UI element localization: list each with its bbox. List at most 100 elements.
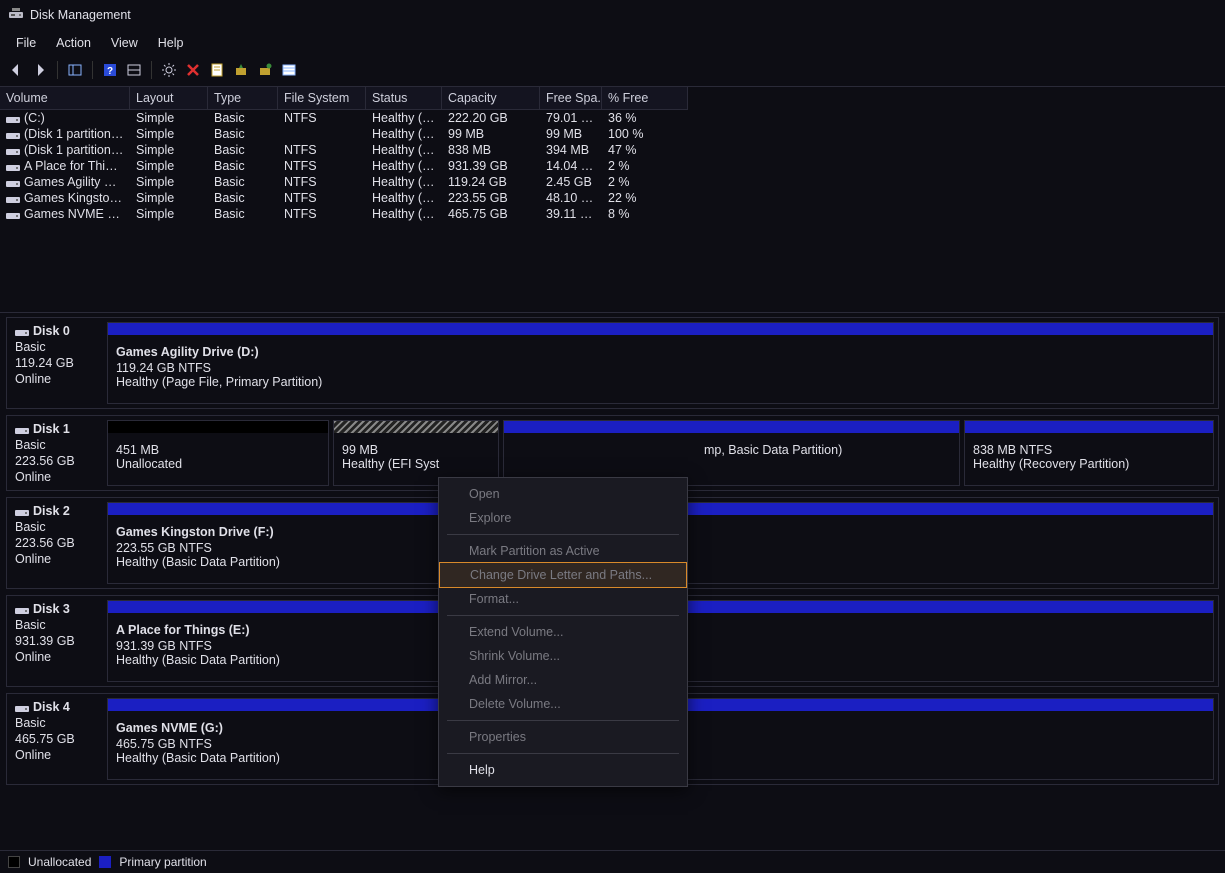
volume-type: Basic <box>208 206 278 222</box>
disk-state: Online <box>15 748 95 762</box>
volume-free: 48.10 GB <box>540 190 602 206</box>
disk-state: Online <box>15 372 95 386</box>
volume-capacity: 119.24 GB <box>442 174 540 190</box>
partition-line3: mp, Basic Data Partition) <box>704 443 951 457</box>
volume-capacity: 465.75 GB <box>442 206 540 222</box>
disk-type: Basic <box>15 618 95 632</box>
disk-label[interactable]: Disk 1Basic223.56 GBOnline <box>7 416 103 490</box>
menu-item[interactable]: Delete Volume... <box>439 692 687 716</box>
col-percent[interactable]: % Free <box>602 87 688 110</box>
legend: Unallocated Primary partition <box>0 850 1225 873</box>
col-layout[interactable]: Layout <box>130 87 208 110</box>
partition[interactable]: 838 MB NTFSHealthy (Recovery Partition) <box>964 420 1214 486</box>
svg-text:?: ? <box>107 66 113 77</box>
col-status[interactable]: Status <box>366 87 442 110</box>
help-icon[interactable]: ? <box>100 60 120 80</box>
volume-name: Games NVME (G:) <box>24 207 129 221</box>
forward-icon[interactable] <box>30 60 50 80</box>
volume-row[interactable]: (C:)SimpleBasicNTFSHealthy (B...222.20 G… <box>0 110 1225 126</box>
disk-name: Disk 3 <box>33 602 70 616</box>
partition-line2: 451 MB <box>116 443 320 457</box>
menu-file[interactable]: File <box>6 32 46 54</box>
volume-status: Healthy (B... <box>366 206 442 222</box>
col-capacity[interactable]: Capacity <box>442 87 540 110</box>
legend-unallocated-swatch <box>8 856 20 868</box>
disk-label[interactable]: Disk 3 Basic 931.39 GB Online <box>7 596 103 686</box>
menu-item[interactable]: Change Drive Letter and Paths... <box>439 562 687 588</box>
partition-band <box>965 421 1213 433</box>
volume-percent: 47 % <box>602 142 688 158</box>
volume-capacity: 222.20 GB <box>442 110 540 126</box>
partition-band <box>108 421 328 433</box>
disk-size: 931.39 GB <box>15 634 95 648</box>
legend-primary-swatch <box>99 856 111 868</box>
back-icon[interactable] <box>6 60 26 80</box>
window-title: Disk Management <box>30 8 131 22</box>
disk-name: Disk 1 <box>33 422 70 436</box>
settings-icon[interactable] <box>159 60 179 80</box>
volume-row[interactable]: Games Agility Driv...SimpleBasicNTFSHeal… <box>0 174 1225 190</box>
volume-type: Basic <box>208 142 278 158</box>
wizard-icon[interactable] <box>231 60 251 80</box>
menu-item[interactable]: Add Mirror... <box>439 668 687 692</box>
volume-name: (Disk 1 partition 4) <box>24 143 125 157</box>
show-hide-icon[interactable] <box>65 60 85 80</box>
context-menu: OpenExplore Mark Partition as ActiveChang… <box>438 477 688 787</box>
col-volume[interactable]: Volume <box>0 87 130 110</box>
layout-icon[interactable] <box>124 60 144 80</box>
volume-row[interactable]: A Place for Things ...SimpleBasicNTFSHea… <box>0 158 1225 174</box>
menu-help[interactable]: Help <box>148 32 194 54</box>
partition-band <box>108 323 1213 335</box>
volume-row[interactable]: (Disk 1 partition 4)SimpleBasicNTFSHealt… <box>0 142 1225 158</box>
disk-size: 465.75 GB <box>15 732 95 746</box>
drive-icon <box>6 146 20 156</box>
list-icon[interactable] <box>279 60 299 80</box>
volume-name: Games Agility Driv... <box>24 175 130 189</box>
disk-label[interactable]: Disk 0Basic119.24 GBOnline <box>7 318 103 408</box>
disk-label[interactable]: Disk 2Basic223.56 GBOnline <box>7 498 103 588</box>
delete-icon[interactable] <box>183 60 203 80</box>
properties-icon[interactable] <box>207 60 227 80</box>
app-icon <box>8 6 24 25</box>
volume-fs: NTFS <box>278 174 366 190</box>
disk-state: Online <box>15 650 95 664</box>
menu-item[interactable]: Extend Volume... <box>439 620 687 644</box>
partition[interactable]: 451 MBUnallocated <box>107 420 329 486</box>
menu-item[interactable]: Mark Partition as Active <box>439 539 687 563</box>
volume-layout: Simple <box>130 174 208 190</box>
partition-title: Games Agility Drive (D:) <box>116 345 1205 359</box>
volume-percent: 36 % <box>602 110 688 126</box>
col-free[interactable]: Free Spa... <box>540 87 602 110</box>
menu-item[interactable]: Explore <box>439 506 687 530</box>
volume-layout: Simple <box>130 142 208 158</box>
disk-partitions: Games Agility Drive (D:)119.24 GB NTFSHe… <box>103 318 1218 408</box>
partition-line3: Unallocated <box>116 457 320 471</box>
volume-row[interactable]: Games NVME (G:)SimpleBasicNTFSHealthy (B… <box>0 206 1225 222</box>
disk-label[interactable]: Disk 4Basic465.75 GBOnline <box>7 694 103 784</box>
disk-name: Disk 0 <box>33 324 70 338</box>
volume-percent: 22 % <box>602 190 688 206</box>
partition[interactable]: Games Agility Drive (D:)119.24 GB NTFSHe… <box>107 322 1214 404</box>
volume-fs: NTFS <box>278 158 366 174</box>
menu-item[interactable]: Open <box>439 482 687 506</box>
disk-name: Disk 4 <box>33 700 70 714</box>
disk-icon <box>15 327 29 337</box>
volume-free: 2.45 GB <box>540 174 602 190</box>
volume-capacity: 99 MB <box>442 126 540 142</box>
partition-line2: 119.24 GB NTFS <box>116 361 1205 375</box>
menu-item[interactable]: Format... <box>439 587 687 611</box>
menu-action[interactable]: Action <box>46 32 101 54</box>
volume-fs: NTFS <box>278 206 366 222</box>
volume-row[interactable]: (Disk 1 partition 1)SimpleBasicHealthy (… <box>0 126 1225 142</box>
col-fs[interactable]: File System <box>278 87 366 110</box>
menu-view[interactable]: View <box>101 32 148 54</box>
disk-name: Disk 2 <box>33 504 70 518</box>
drive-icon <box>6 130 20 140</box>
volume-percent: 8 % <box>602 206 688 222</box>
col-type[interactable]: Type <box>208 87 278 110</box>
menu-item[interactable]: Shrink Volume... <box>439 644 687 668</box>
menu-item[interactable]: Properties <box>439 725 687 749</box>
menu-item[interactable]: Help <box>439 758 687 782</box>
wizard2-icon[interactable] <box>255 60 275 80</box>
volume-row[interactable]: Games Kingston D...SimpleBasicNTFSHealth… <box>0 190 1225 206</box>
